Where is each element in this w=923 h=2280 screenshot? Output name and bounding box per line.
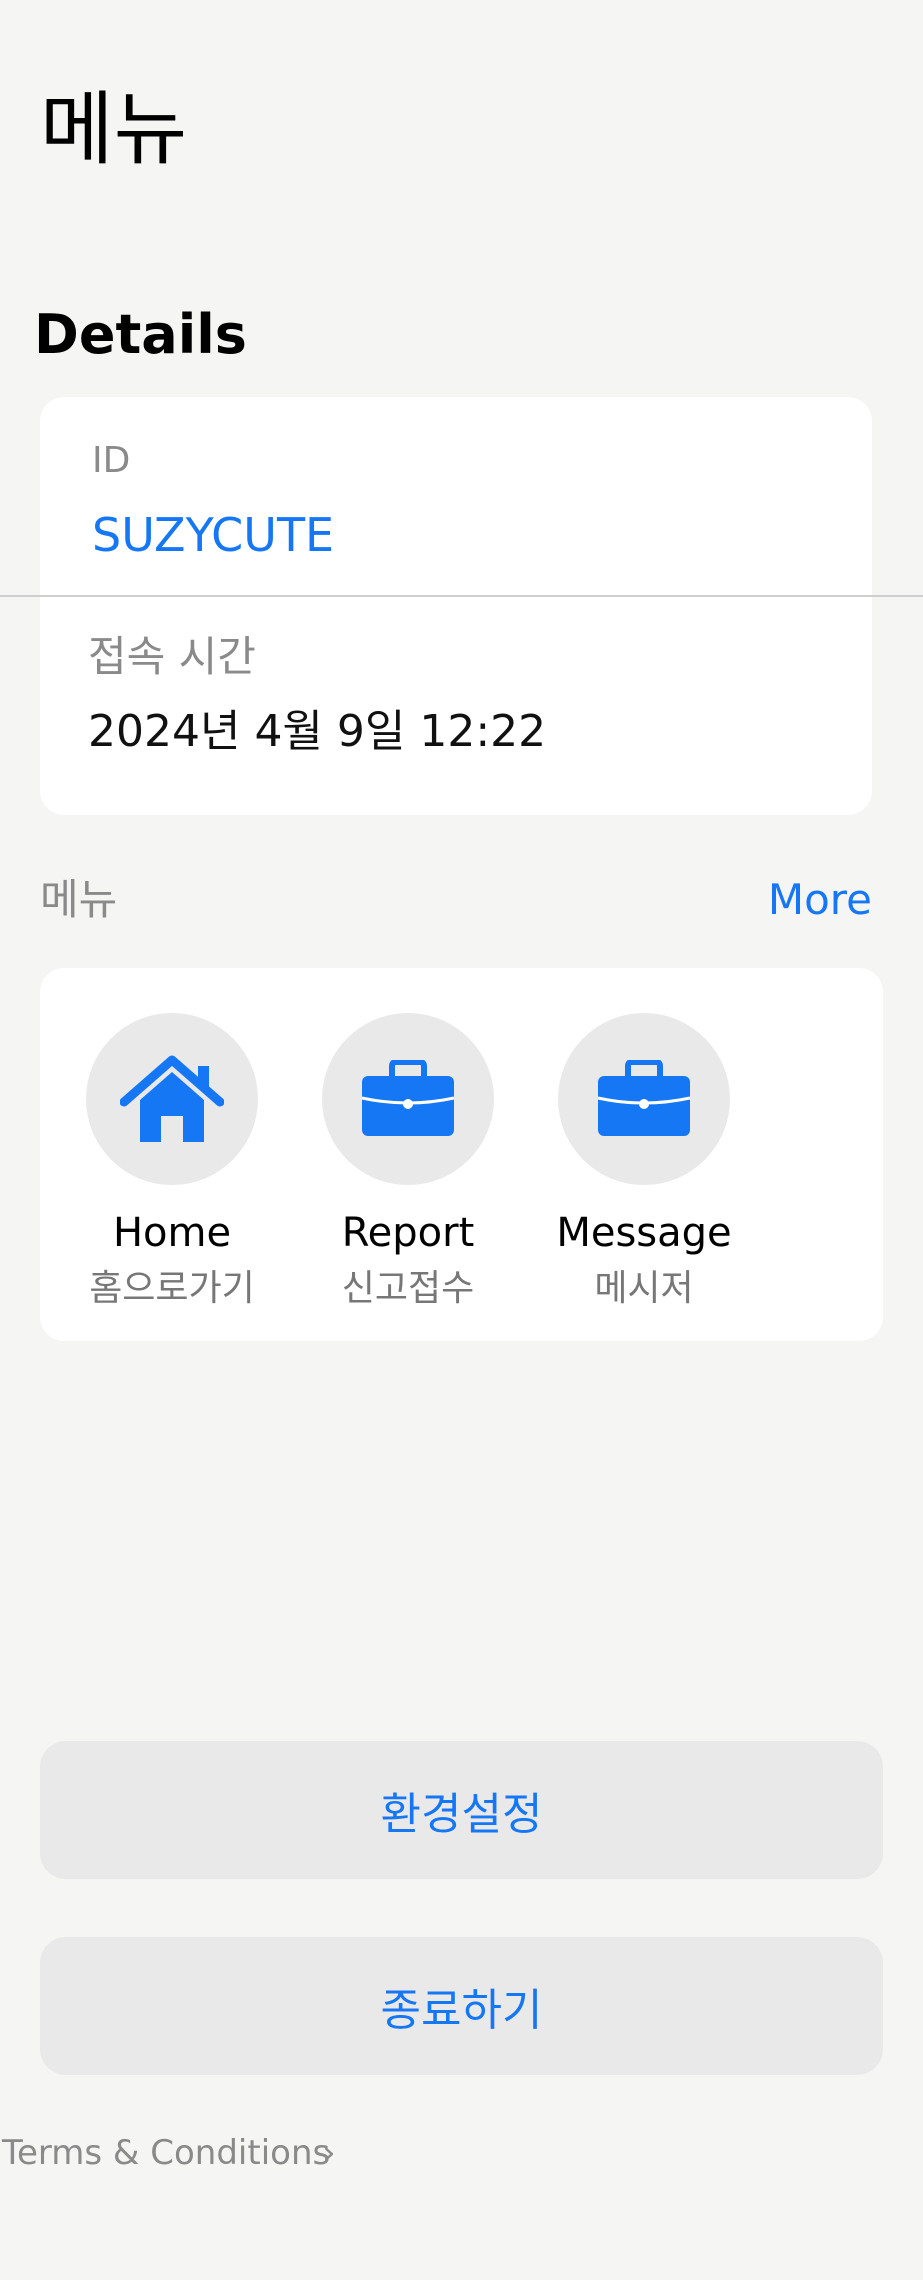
briefcase-icon (597, 1060, 691, 1136)
terms-link[interactable]: Terms & Conditions (2, 2130, 330, 2176)
divider (0, 595, 923, 597)
id-label: ID (92, 440, 131, 481)
menu-item-message[interactable]: Message 메시저 (526, 1013, 762, 1313)
menu-item-report[interactable]: Report 신고접수 (290, 1013, 526, 1313)
access-time-value: 2024년 4월 9일 12:22 (88, 706, 547, 757)
menu-item-sublabel: 메시저 (594, 1268, 694, 1309)
report-icon-circle (322, 1013, 494, 1185)
house-icon (120, 1055, 224, 1142)
menu-item-home[interactable]: Home 홈으로가기 (54, 1013, 290, 1313)
menu-section-header: 메뉴 (40, 875, 118, 924)
menu-item-sublabel: 홈으로가기 (89, 1268, 255, 1309)
more-link[interactable]: More (768, 873, 872, 927)
menu-item-label: Home (112, 1210, 232, 1256)
settings-button[interactable]: 환경설정 (40, 1741, 883, 1879)
message-icon-circle (558, 1013, 730, 1185)
menu-item-label: Report (341, 1210, 475, 1256)
access-time-label: 접속 시간 (88, 632, 256, 681)
menu-item-label: Message (556, 1210, 732, 1256)
chevron-right-icon[interactable]: › (322, 2130, 336, 2176)
page-title: 메뉴 (40, 83, 188, 176)
details-section-title: Details (34, 303, 247, 366)
briefcase-icon (361, 1060, 455, 1136)
exit-button[interactable]: 종료하기 (40, 1937, 883, 2075)
home-icon-circle (86, 1013, 258, 1185)
menu-item-sublabel: 신고접수 (341, 1268, 475, 1309)
id-value: SUZYCUTE (92, 508, 335, 562)
